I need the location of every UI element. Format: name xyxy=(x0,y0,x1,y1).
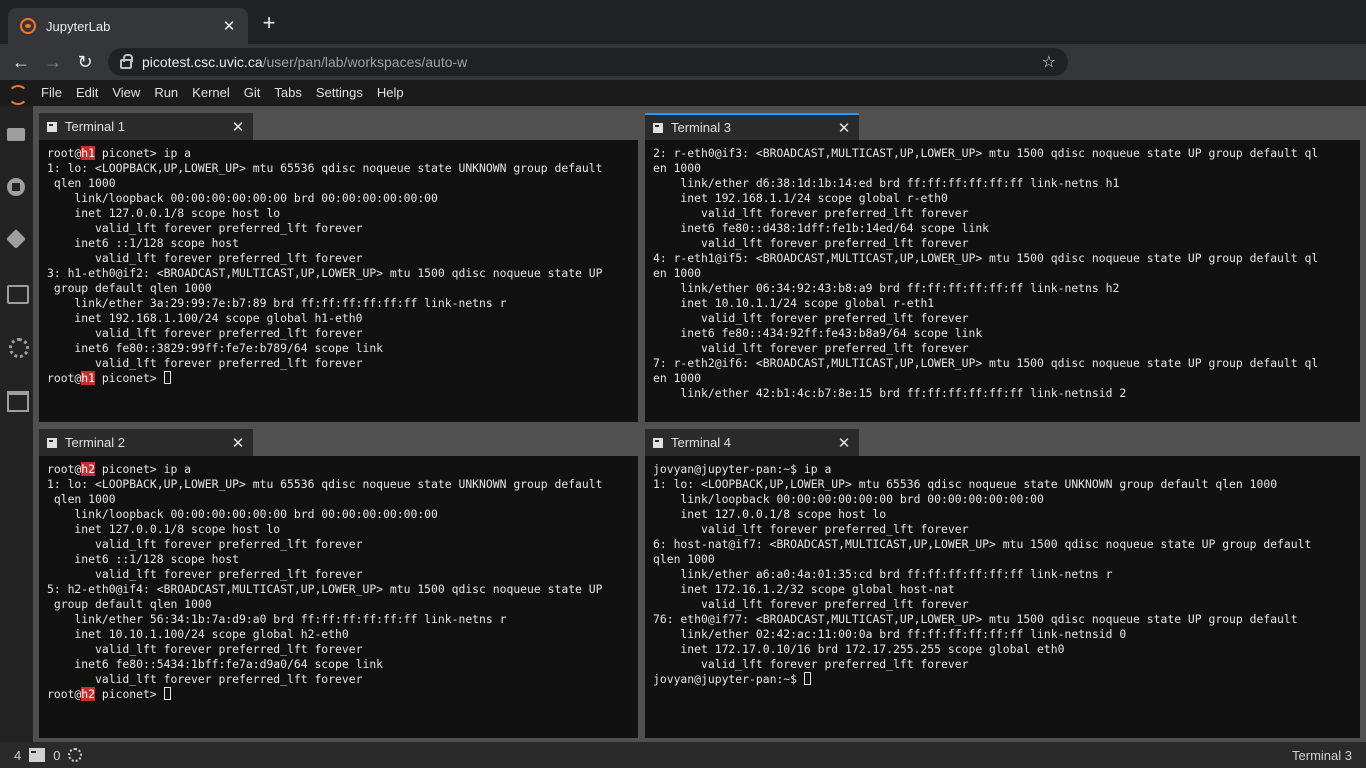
close-icon[interactable]: ✕ xyxy=(231,118,245,136)
lock-icon xyxy=(120,54,133,69)
menu-run[interactable]: Run xyxy=(147,80,185,106)
left-sidebar xyxy=(0,106,33,742)
tab-label: Terminal 3 xyxy=(671,120,731,135)
close-icon[interactable]: ✕ xyxy=(837,119,851,137)
terminal-3-panel: Terminal 3 ✕ 2: r-eth0@if3: <BROADCAST,M… xyxy=(645,106,1360,422)
terminal-cursor xyxy=(163,371,171,384)
tab-label: Terminal 2 xyxy=(65,435,125,450)
property-inspector-icon[interactable] xyxy=(6,335,29,358)
terminal-1-panel: Terminal 1 ✕ root@h1 piconet> ip a 1: lo… xyxy=(39,106,638,422)
bookmark-star-icon[interactable]: ☆ xyxy=(1042,52,1056,72)
close-icon[interactable]: ✕ xyxy=(220,17,238,35)
folder-icon[interactable] xyxy=(6,124,26,144)
git-icon[interactable] xyxy=(6,229,26,249)
tab-label: Terminal 1 xyxy=(65,119,125,134)
command-palette-icon[interactable] xyxy=(6,282,29,304)
tab-terminal-2[interactable]: Terminal 2 ✕ xyxy=(39,429,253,456)
reload-icon[interactable]: ↻ xyxy=(74,51,96,73)
terminal-output: 2: r-eth0@if3: <BROADCAST,MULTICAST,UP,L… xyxy=(653,146,1319,400)
address-bar[interactable]: picotest.csc.uvic.ca/user/pan/lab/worksp… xyxy=(108,48,1068,76)
menu-file[interactable]: File xyxy=(34,80,69,106)
terminal-cursor xyxy=(163,687,171,700)
terminal-output: 1: lo: <LOOPBACK,UP,LOWER_UP> mtu 65536 … xyxy=(653,477,1312,671)
terminal-icon xyxy=(653,122,663,133)
menu-kernel[interactable]: Kernel xyxy=(185,80,237,106)
main-dock-area: Terminal 1 ✕ root@h1 piconet> ip a 1: lo… xyxy=(33,106,1366,742)
url-text[interactable]: picotest.csc.uvic.ca/user/pan/lab/worksp… xyxy=(142,54,1042,70)
terminal-2-screen[interactable]: root@h2 piconet> ip a 1: lo: <LOOPBACK,U… xyxy=(39,456,638,738)
browser-toolbar: ← → ↻ picotest.csc.uvic.ca/user/pan/lab/… xyxy=(0,44,1366,115)
terminal-icon xyxy=(29,748,46,762)
menu-edit[interactable]: Edit xyxy=(69,80,105,106)
menu-help[interactable]: Help xyxy=(370,80,411,106)
open-tabs-icon[interactable] xyxy=(6,388,29,412)
terminal-icon xyxy=(47,121,57,132)
browser-tab-title: JupyterLab xyxy=(46,18,111,34)
tab-terminal-4[interactable]: Terminal 4 ✕ xyxy=(645,429,859,456)
terminal-icon xyxy=(653,437,663,448)
forward-icon[interactable]: → xyxy=(42,51,64,73)
terminal-icon xyxy=(47,437,57,448)
kernel-count[interactable]: 0 xyxy=(53,748,60,763)
new-tab-icon[interactable]: + xyxy=(258,12,280,34)
jupyter-favicon-icon xyxy=(20,18,36,34)
browser-tabstrip: JupyterLab ✕ + xyxy=(0,0,1366,44)
browser-tab[interactable]: JupyterLab ✕ xyxy=(8,8,248,44)
terminal-1-screen[interactable]: root@h1 piconet> ip a 1: lo: <LOOPBACK,U… xyxy=(39,140,638,422)
menu-git[interactable]: Git xyxy=(237,80,268,106)
back-icon[interactable]: ← xyxy=(10,51,32,73)
jupyter-menubar: File Edit View Run Kernel Git Tabs Setti… xyxy=(0,80,1366,106)
terminal-3-screen[interactable]: 2: r-eth0@if3: <BROADCAST,MULTICAST,UP,L… xyxy=(645,140,1360,422)
kernel-gear-icon xyxy=(68,748,83,762)
menu-view[interactable]: View xyxy=(105,80,147,106)
tab-label: Terminal 4 xyxy=(671,435,731,450)
jupyter-logo-icon xyxy=(6,82,28,105)
terminal-count[interactable]: 4 xyxy=(14,748,21,763)
running-sessions-icon[interactable] xyxy=(6,177,26,197)
tab-terminal-1[interactable]: Terminal 1 ✕ xyxy=(39,113,253,140)
terminal-4-screen[interactable]: jovyan@jupyter-pan:~$ ip a 1: lo: <LOOPB… xyxy=(645,456,1360,738)
tab-terminal-3[interactable]: Terminal 3 ✕ xyxy=(645,113,859,140)
close-icon[interactable]: ✕ xyxy=(231,434,245,452)
close-icon[interactable]: ✕ xyxy=(837,434,851,452)
status-bar: 4 0 Terminal 3 xyxy=(0,742,1366,768)
active-document-label: Terminal 3 xyxy=(1292,747,1352,763)
terminal-output: 1: lo: <LOOPBACK,UP,LOWER_UP> mtu 65536 … xyxy=(47,161,603,370)
terminal-output: 1: lo: <LOOPBACK,UP,LOWER_UP> mtu 65536 … xyxy=(47,477,603,686)
menu-tabs[interactable]: Tabs xyxy=(267,80,308,106)
terminal-cursor xyxy=(803,672,811,685)
menu-settings[interactable]: Settings xyxy=(309,80,370,106)
terminal-4-panel: Terminal 4 ✕ jovyan@jupyter-pan:~$ ip a … xyxy=(645,422,1360,738)
terminal-2-panel: Terminal 2 ✕ root@h2 piconet> ip a 1: lo… xyxy=(39,422,638,738)
